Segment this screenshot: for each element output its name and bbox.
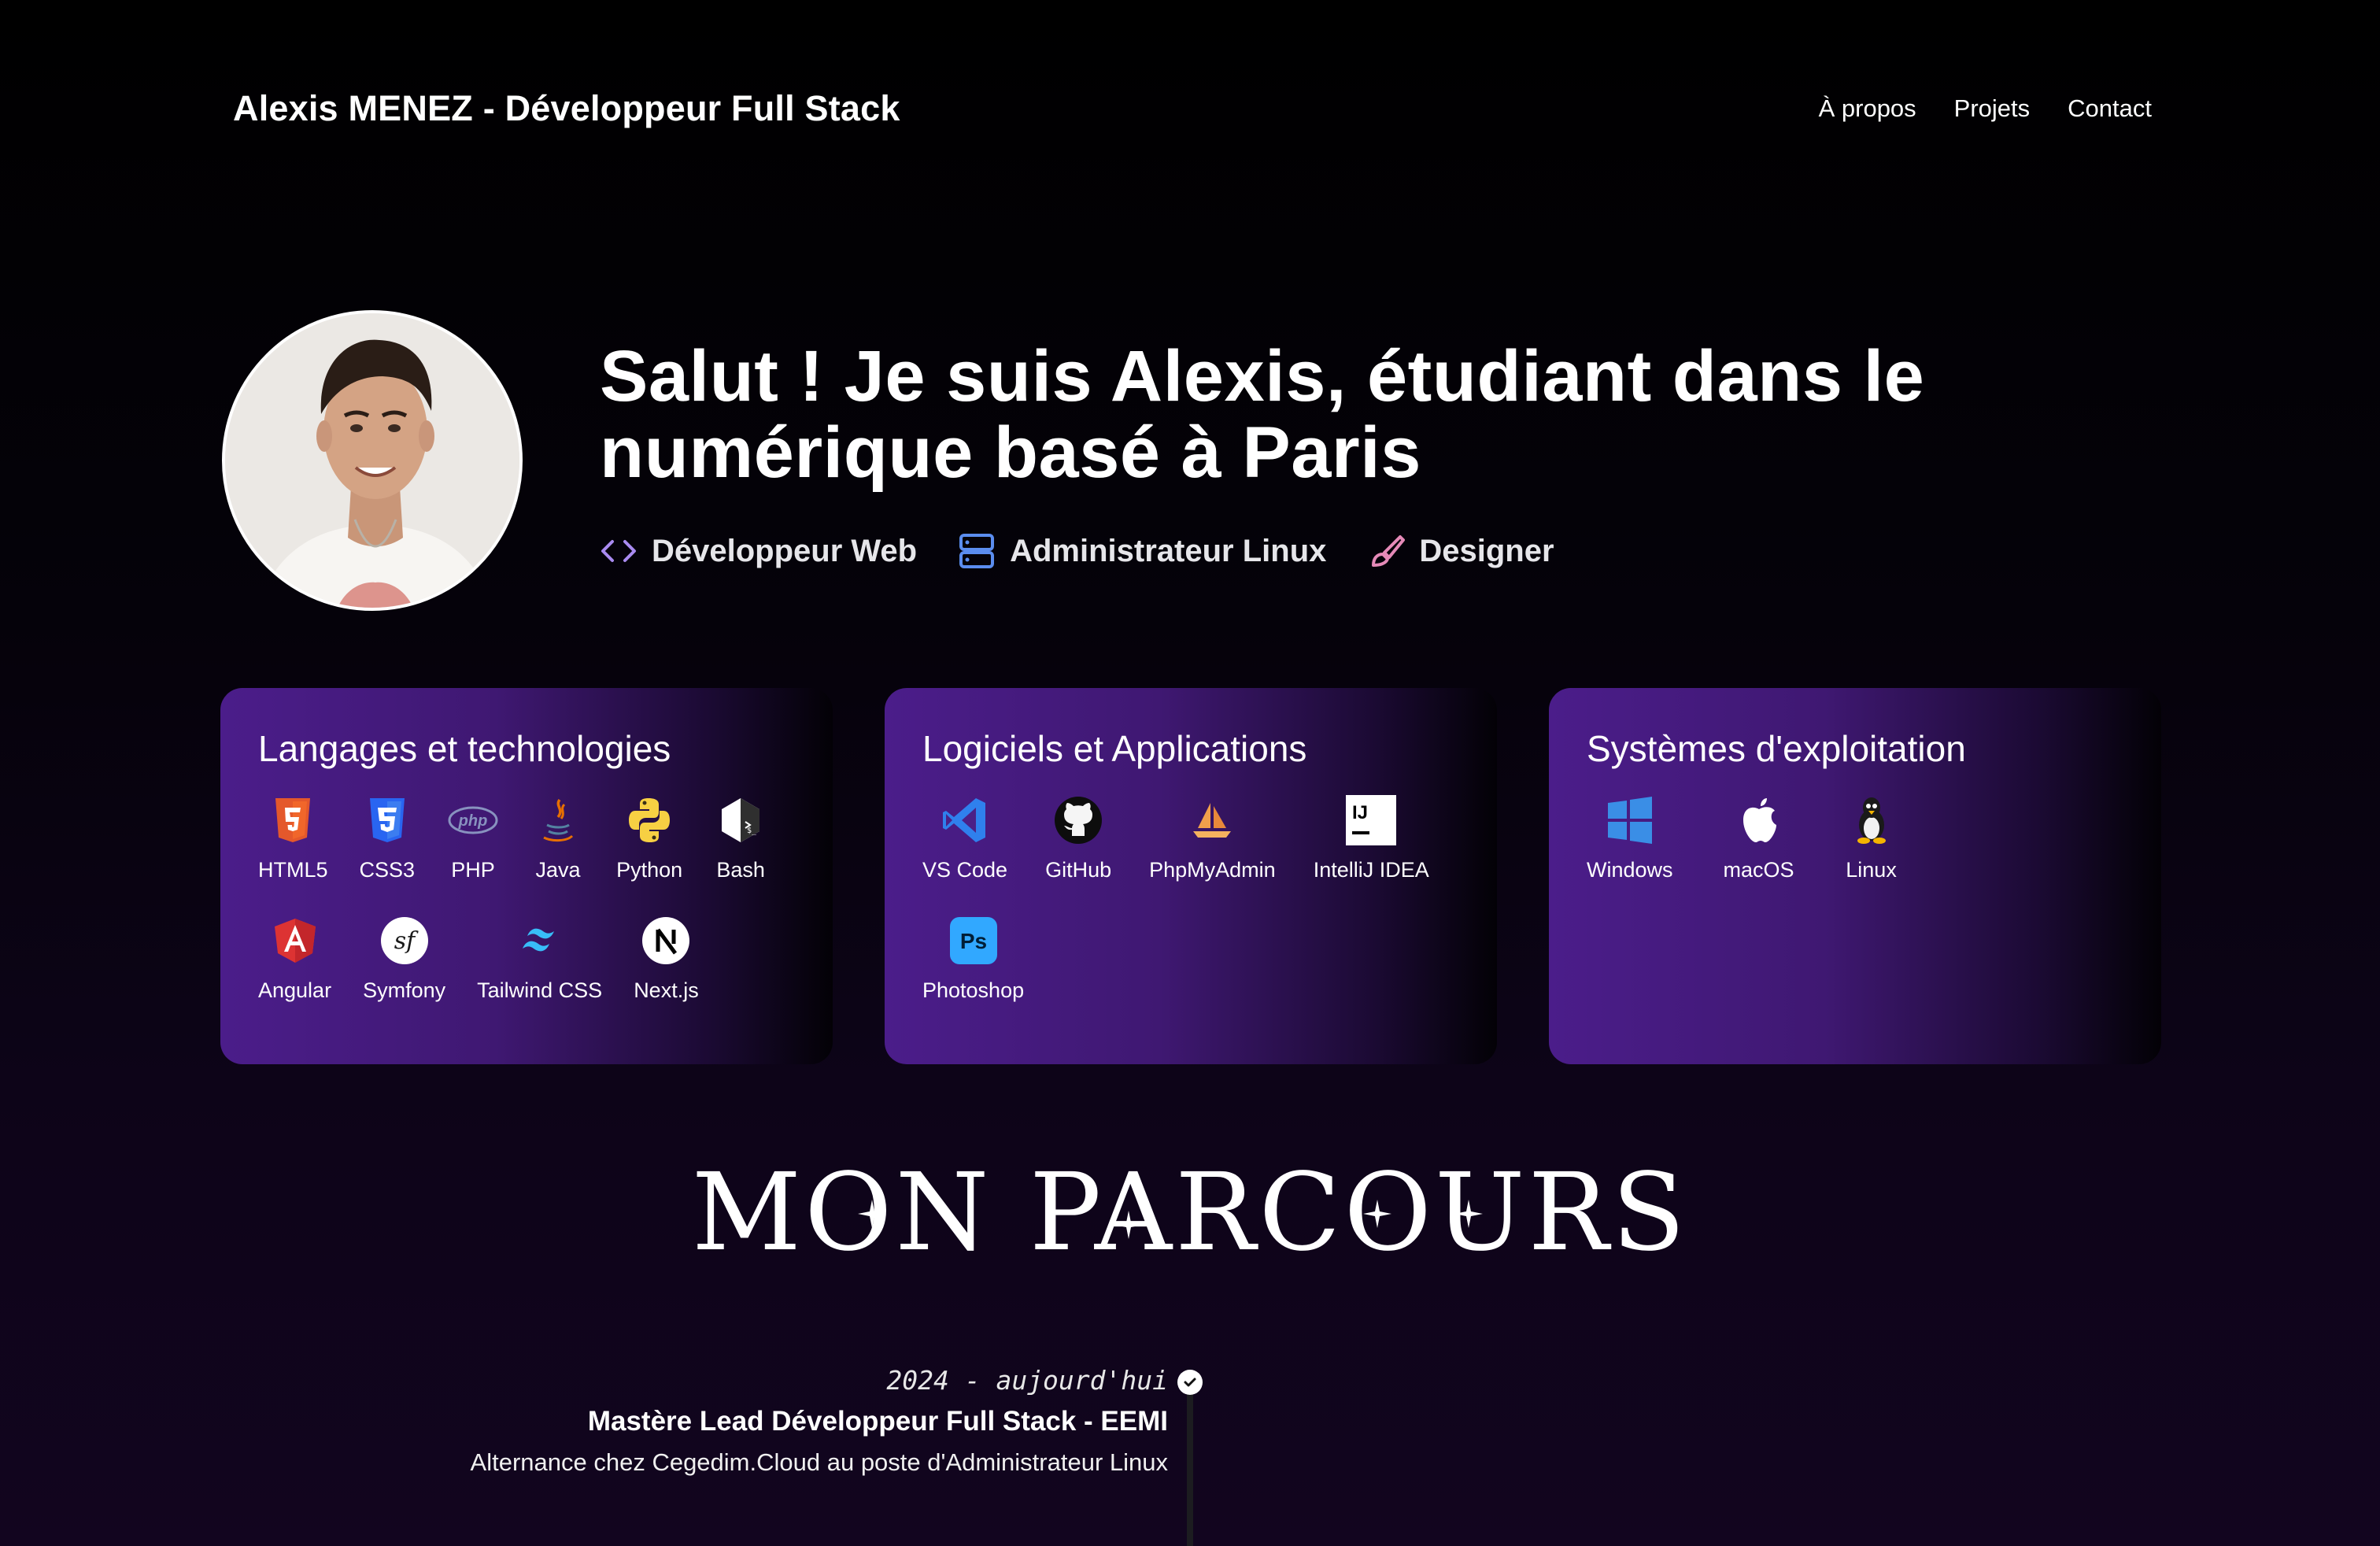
tech-label: Symfony — [363, 978, 446, 1002]
tech-label: Python — [616, 858, 683, 882]
card-title: Logiciels et Applications — [922, 728, 1307, 769]
card-software: Logiciels et Applications VS Code GitHub… — [885, 688, 1497, 1064]
intellij-icon: IJ — [1346, 795, 1397, 845]
tech-label: HTML5 — [258, 858, 328, 882]
sparkle-icon — [1363, 1200, 1391, 1228]
nav-link-contact[interactable]: Contact — [2068, 94, 2152, 123]
tech-phpmyadmin: PhpMyAdmin — [1149, 793, 1276, 882]
svg-text:php: php — [458, 812, 488, 830]
tech-symfony: sf Symfony — [363, 914, 445, 1003]
php-icon: php — [448, 806, 498, 834]
role-label: Administrateur Linux — [1010, 533, 1327, 568]
roles-list: Développeur Web Administrateur Linux Des… — [600, 532, 2095, 570]
timeline-description: Alternance chez Cegedim.Cloud au poste d… — [470, 1448, 1168, 1476]
tech-linux: Linux — [1845, 793, 1898, 882]
tech-windows: Windows — [1587, 793, 1673, 882]
tech-java: Java — [531, 793, 585, 882]
page: Alexis MENEZ - Développeur Full Stack À … — [0, 0, 2380, 1546]
tech-tailwind: Tailwind CSS — [477, 914, 602, 1003]
card-languages: Langages et technologies HTML5 CSS3 php … — [220, 688, 833, 1064]
tech-php: php PHP — [446, 793, 500, 882]
tech-nextjs: Next.js — [634, 914, 699, 1003]
svg-text:IJ: IJ — [1352, 802, 1368, 823]
role-web-developer: Développeur Web — [600, 532, 917, 570]
timeline-date: 2024 - aujourd'hui — [886, 1365, 1168, 1396]
tech-css3: CSS3 — [359, 793, 416, 882]
tech-label: Tailwind CSS — [477, 978, 603, 1002]
nav-link-projects[interactable]: Projets — [1954, 94, 2030, 123]
tech-photoshop: Ps Photoshop — [922, 914, 1024, 1003]
hero-section: Salut ! Je suis Alexis, étudiant dans le… — [600, 338, 2095, 570]
tech-html5: HTML5 — [258, 793, 328, 882]
phpmyadmin-icon — [1193, 803, 1232, 838]
role-designer: Designer — [1367, 532, 1554, 570]
role-label: Designer — [1419, 533, 1554, 568]
server-icon — [959, 534, 995, 568]
tech-label: VS Code — [922, 858, 1008, 882]
hero-title: Salut ! Je suis Alexis, étudiant dans le… — [600, 336, 1925, 493]
photoshop-icon: Ps — [949, 917, 997, 964]
check-icon — [1177, 1370, 1203, 1395]
tech-label: IntelliJ IDEA — [1313, 858, 1429, 882]
brush-icon — [1372, 535, 1406, 567]
main-nav: À propos Projets Contact — [1819, 94, 2152, 123]
tech-label: Photoshop — [922, 978, 1025, 1002]
tech-python: Python — [616, 793, 682, 882]
role-label: Développeur Web — [652, 533, 918, 568]
tech-label: PHP — [451, 858, 495, 882]
card-os: Systèmes d'exploitation Windows macOS Li… — [1549, 688, 2161, 1064]
parcours-title: MON PARCOURS — [691, 1151, 1689, 1275]
tech-label: Java — [535, 858, 581, 882]
tech-intellij: IJ IntelliJ IDEA — [1314, 793, 1429, 882]
tech-label: Linux — [1846, 858, 1897, 882]
nextjs-icon — [642, 917, 690, 964]
svg-text:Ps: Ps — [959, 929, 986, 953]
tech-vscode: VS Code — [922, 793, 1007, 882]
tech-label: CSS3 — [359, 858, 416, 882]
java-icon — [543, 798, 574, 842]
site-header: Alexis MENEZ - Développeur Full Stack À … — [233, 85, 2152, 132]
sparkle-icon — [858, 1200, 886, 1228]
profile-photo — [222, 310, 523, 611]
sparkle-icon — [1114, 1211, 1143, 1239]
card-title: Langages et technologies — [258, 728, 671, 769]
tech-label: GitHub — [1045, 858, 1112, 882]
site-title[interactable]: Alexis MENEZ - Développeur Full Stack — [233, 88, 900, 129]
nav-link-about[interactable]: À propos — [1819, 94, 1916, 123]
github-icon — [1055, 797, 1103, 844]
vscode-icon — [943, 798, 986, 842]
linux-tux-icon — [1857, 797, 1886, 844]
svg-text:$_: $_ — [747, 827, 757, 835]
tech-label: Windows — [1587, 858, 1673, 882]
tech-label: PhpMyAdmin — [1149, 858, 1276, 882]
timeline-line — [1187, 1382, 1193, 1546]
tech-github: GitHub — [1045, 793, 1111, 882]
tech-bash: $_ Bash — [714, 793, 767, 882]
angular-icon — [274, 919, 316, 963]
css3-icon — [369, 798, 405, 842]
tech-label: Bash — [716, 858, 765, 882]
timeline-title: Mastère Lead Développeur Full Stack - EE… — [587, 1406, 1168, 1437]
tech-label: Next.js — [634, 978, 699, 1002]
tech-angular: Angular — [258, 914, 331, 1003]
python-icon — [629, 798, 671, 842]
skills-cards: Langages et technologies HTML5 CSS3 php … — [220, 688, 2161, 1064]
apple-icon — [1743, 798, 1776, 842]
role-linux-admin: Administrateur Linux — [958, 532, 1326, 570]
tech-macos: macOS — [1724, 793, 1794, 882]
sparkle-icon — [1454, 1200, 1483, 1228]
html5-icon — [275, 798, 311, 842]
tech-label: macOS — [1723, 858, 1794, 882]
symfony-icon: sf — [380, 917, 428, 964]
code-icon — [601, 540, 636, 562]
tech-label: Angular — [258, 978, 332, 1002]
bash-icon: $_ — [722, 798, 760, 842]
tailwind-icon — [522, 928, 554, 952]
card-title: Systèmes d'exploitation — [1587, 728, 1966, 769]
windows-icon — [1607, 797, 1652, 844]
